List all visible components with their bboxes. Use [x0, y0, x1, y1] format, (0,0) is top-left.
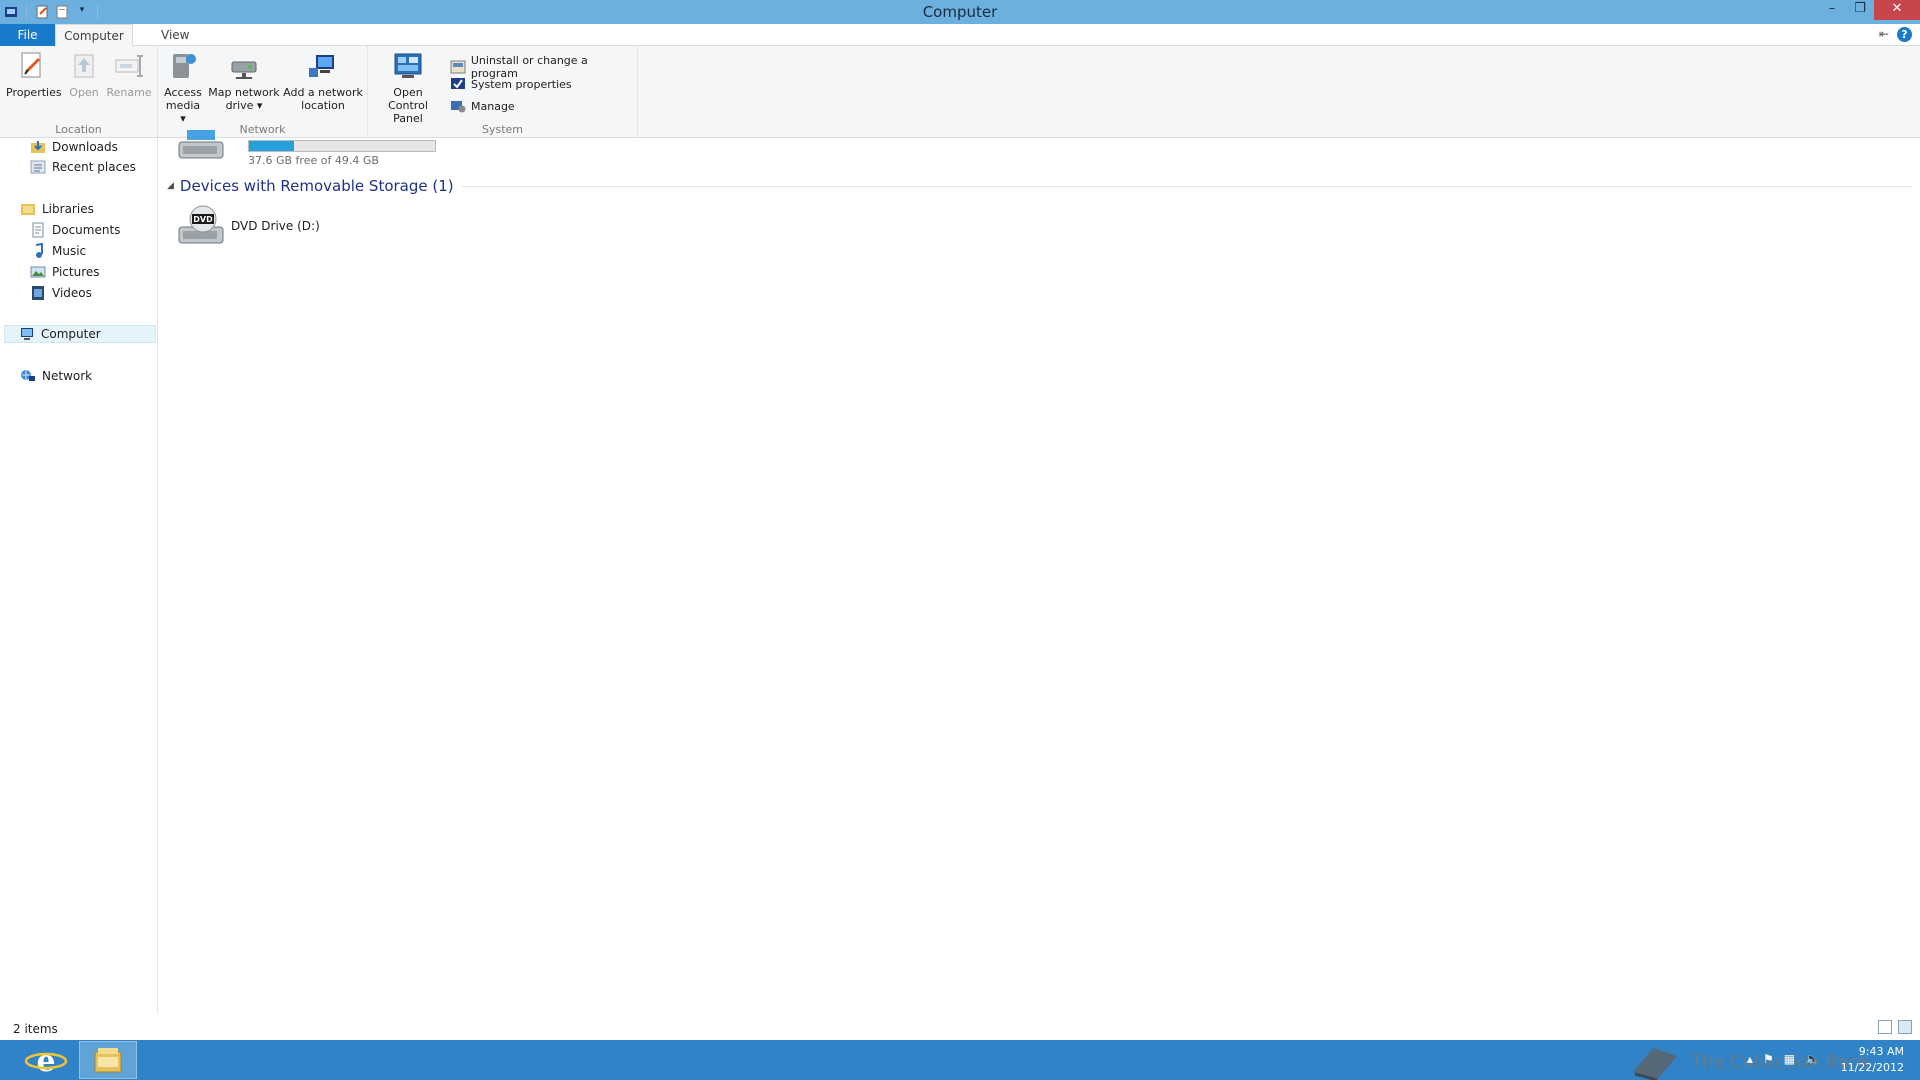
internet-explorer-icon: e	[24, 1044, 68, 1079]
status-bar: 2 items	[0, 1014, 1920, 1040]
network-tray-icon[interactable]: ▦	[1784, 1052, 1795, 1066]
svg-text:e: e	[36, 1044, 55, 1079]
clock-time: 9:43 AM	[1858, 1045, 1904, 1058]
title-bar: ▾ Computer – ❐ ✕	[0, 0, 1920, 24]
window-controls: – ❐ ✕	[1818, 0, 1920, 22]
file-explorer-icon	[94, 1048, 122, 1073]
nav-item-downloads[interactable]: Downloads	[30, 138, 118, 156]
system-properties-icon	[451, 78, 465, 89]
removable-storage-section-header[interactable]: ◢ Devices with Removable Storage (1)	[167, 176, 1912, 196]
taskbar-file-explorer[interactable]	[79, 1041, 137, 1079]
show-hidden-icons-icon[interactable]: ▴	[1747, 1052, 1753, 1066]
music-icon	[35, 243, 43, 258]
view-switcher	[1878, 1020, 1912, 1034]
nav-item-pictures[interactable]: Pictures	[30, 263, 100, 281]
documents-icon	[32, 222, 44, 238]
section-title: Devices with Removable Storage (1)	[179, 177, 454, 195]
close-button[interactable]: ✕	[1874, 0, 1920, 20]
nav-item-documents[interactable]: Documents	[30, 221, 120, 239]
ribbon-right-controls: ⇤ ?	[1879, 27, 1912, 42]
disk-usage-fill	[249, 141, 294, 151]
nav-item-libraries[interactable]: Libraries	[20, 200, 94, 218]
local-disk-item[interactable]: 37.6 GB free of 49.4 GB	[177, 130, 447, 168]
dvd-drive-item[interactable]: DVD DVD Drive (D:)	[177, 203, 320, 249]
recent-places-icon	[30, 160, 46, 174]
clock-date: 11/22/2012	[1840, 1061, 1904, 1074]
manage-icon	[451, 101, 466, 113]
add-network-location-icon	[309, 55, 334, 77]
access-media-icon	[173, 54, 196, 78]
ribbon: Properties Open Rename Location Access m…	[0, 46, 1920, 138]
control-panel-icon	[394, 53, 422, 78]
action-center-flag-icon[interactable]: ⚑	[1763, 1052, 1774, 1066]
nav-item-recent-places[interactable]: Recent places	[30, 158, 136, 176]
map-network-drive-button[interactable]: Map network drive ▾	[208, 50, 280, 112]
large-icons-view-icon[interactable]	[1898, 1020, 1912, 1034]
volume-icon[interactable]: 🔈	[1805, 1052, 1820, 1066]
nav-item-videos[interactable]: Videos	[30, 284, 92, 302]
help-icon[interactable]: ?	[1897, 27, 1912, 42]
properties-button[interactable]: Properties	[6, 50, 62, 99]
window-title: Computer	[922, 3, 998, 21]
rename-button[interactable]: Rename	[106, 50, 152, 99]
add-network-location-button[interactable]: Add a network location	[282, 50, 364, 112]
item-count: 2 items	[13, 1022, 58, 1036]
details-view-icon[interactable]	[1878, 1020, 1892, 1034]
pictures-icon	[30, 266, 46, 278]
dvd-drive-label: DVD Drive (D:)	[231, 219, 320, 233]
system-group: Open Control Panel Uninstall or change a…	[368, 46, 638, 138]
section-divider	[461, 185, 1912, 187]
tab-file[interactable]: File	[0, 24, 55, 46]
disk-usage-bar	[248, 140, 436, 152]
rename-icon	[115, 55, 143, 77]
access-media-button[interactable]: Access media ▾	[162, 50, 204, 125]
book-logo-icon	[1633, 1048, 1678, 1080]
dvd-drive-icon: DVD	[178, 205, 224, 244]
open-control-panel-button[interactable]: Open Control Panel	[372, 50, 444, 125]
navigation-pane: Downloads Recent places Libraries Docume…	[0, 138, 158, 1014]
libraries-icon	[21, 204, 35, 215]
location-group-label: Location	[55, 123, 102, 136]
disk-free-space: 37.6 GB free of 49.4 GB	[248, 154, 379, 167]
content-pane: 37.6 GB free of 49.4 GB ◢ Devices with R…	[159, 130, 1920, 1014]
nav-item-music[interactable]: Music	[30, 242, 86, 260]
minimize-ribbon-icon[interactable]: ⇤	[1879, 27, 1889, 42]
location-group: Properties Open Rename Location	[0, 46, 158, 138]
system-properties-button[interactable]: System properties	[450, 76, 572, 92]
minimize-button[interactable]: –	[1818, 0, 1846, 20]
videos-icon	[32, 286, 44, 300]
downloads-icon	[31, 141, 45, 153]
tab-computer[interactable]: Computer	[55, 24, 133, 47]
taskbar: e The Collection Book ▴ ⚑ ▦ 🔈 9:43 AM 11…	[0, 1040, 1920, 1080]
nav-item-computer[interactable]: Computer	[4, 325, 156, 343]
open-button[interactable]: Open	[64, 50, 104, 99]
restore-button[interactable]: ❐	[1846, 0, 1874, 20]
tab-view[interactable]: View	[147, 24, 203, 46]
open-icon	[74, 54, 94, 78]
taskbar-internet-explorer[interactable]: e	[17, 1041, 75, 1079]
network-icon	[21, 370, 35, 381]
manage-button[interactable]: Manage	[450, 98, 515, 114]
uninstall-icon	[450, 60, 466, 74]
properties-icon	[21, 52, 41, 78]
nav-item-network[interactable]: Network	[20, 367, 92, 385]
system-tray: ▴ ⚑ ▦ 🔈	[1747, 1052, 1820, 1066]
network-group: Access media ▾ Map network drive ▾ Add a…	[158, 46, 368, 138]
svg-text:DVD: DVD	[193, 215, 213, 224]
computer-icon	[21, 328, 33, 340]
system-group-label: System	[481, 123, 524, 136]
collapse-arrow-icon[interactable]: ◢	[167, 181, 174, 191]
map-network-drive-icon	[231, 61, 257, 79]
ribbon-tab-bar: File Computer View ⇤ ?	[0, 24, 1920, 47]
hard-drive-icon	[178, 130, 224, 159]
clock[interactable]: 9:43 AM 11/22/2012	[1841, 1044, 1904, 1076]
